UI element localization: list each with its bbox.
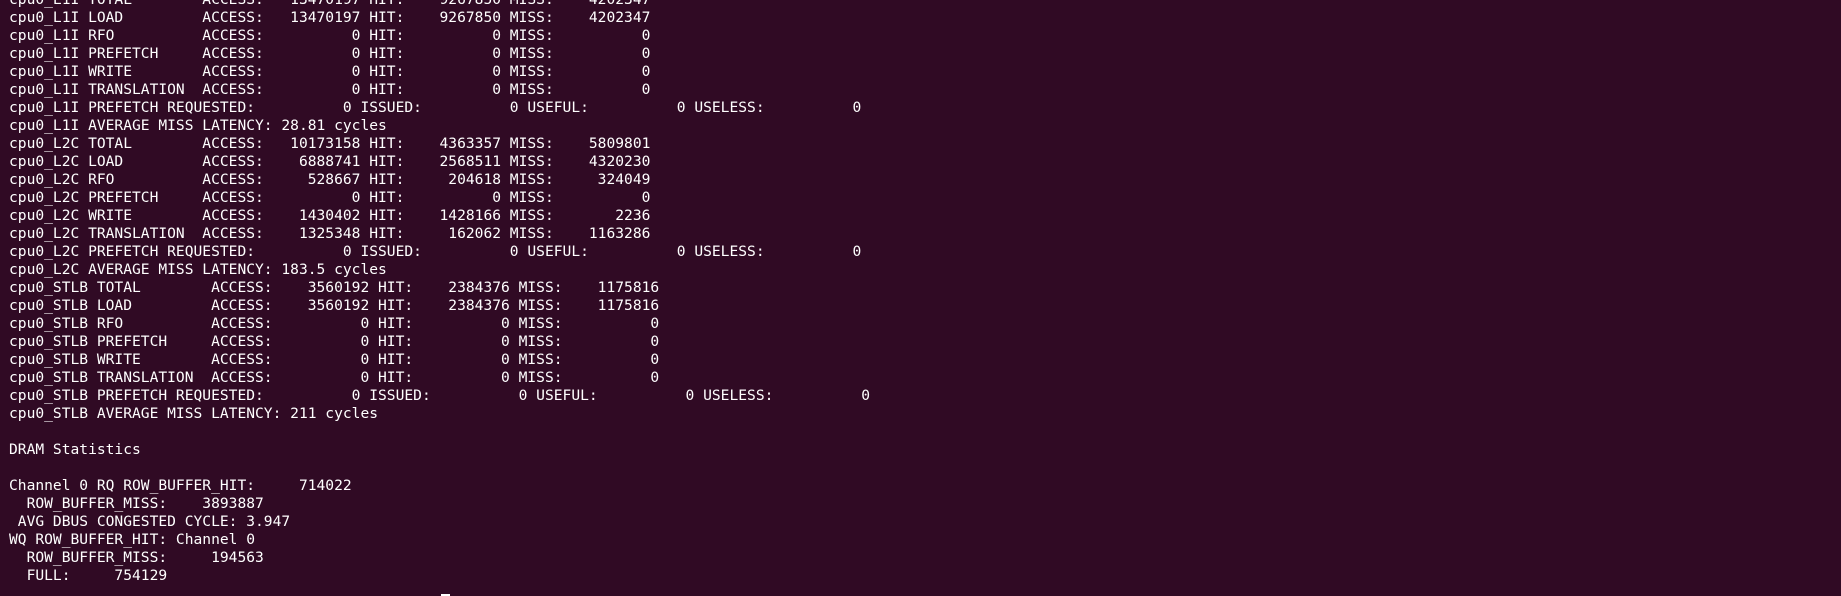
terminal-output: cpu0_L1I TOTAL ACCESS: 13470197 HIT: 926… (9, 0, 1841, 585)
terminal-line: DRAM Statistics (9, 441, 141, 458)
terminal-line: cpu0_STLB TOTAL ACCESS: 3560192 HIT: 238… (9, 279, 660, 296)
terminal-line: cpu0_STLB PREFETCH REQUESTED: 0 ISSUED: … (9, 387, 871, 404)
terminal-line: cpu0_L1I TRANSLATION ACCESS: 0 HIT: 0 MI… (9, 81, 651, 98)
terminal-line: cpu0_L1I AVERAGE MISS LATENCY: 28.81 cyc… (9, 117, 387, 134)
terminal-line: cpu0_L2C WRITE ACCESS: 1430402 HIT: 1428… (9, 207, 651, 224)
terminal-line: cpu0_L1I PREFETCH REQUESTED: 0 ISSUED: 0… (9, 99, 862, 116)
terminal-line: cpu0_L2C RFO ACCESS: 528667 HIT: 204618 … (9, 171, 651, 188)
terminal-line: cpu0_STLB PREFETCH ACCESS: 0 HIT: 0 MISS… (9, 333, 660, 350)
terminal-line: cpu0_L1I PREFETCH ACCESS: 0 HIT: 0 MISS:… (9, 45, 651, 62)
terminal-line: cpu0_L2C TRANSLATION ACCESS: 1325348 HIT… (9, 225, 651, 242)
terminal-line: cpu0_L1I RFO ACCESS: 0 HIT: 0 MISS: 0 (9, 27, 651, 44)
terminal-line: ROW_BUFFER_MISS: 3893887 (9, 495, 264, 512)
terminal-line: cpu0_STLB TRANSLATION ACCESS: 0 HIT: 0 M… (9, 369, 660, 386)
terminal-line: cpu0_STLB AVERAGE MISS LATENCY: 211 cycl… (9, 405, 379, 422)
terminal-line: cpu0_L1I LOAD ACCESS: 13470197 HIT: 9267… (9, 9, 651, 26)
terminal-line: AVG DBUS CONGESTED CYCLE: 3.947 (9, 513, 291, 530)
terminal-line: cpu0_L1I TOTAL ACCESS: 13470197 HIT: 926… (9, 0, 1841, 9)
terminal-line: cpu0_L1I WRITE ACCESS: 0 HIT: 0 MISS: 0 (9, 63, 651, 80)
terminal-line: cpu0_L2C AVERAGE MISS LATENCY: 183.5 cyc… (9, 261, 387, 278)
terminal-line: cpu0_L2C TOTAL ACCESS: 10173158 HIT: 436… (9, 135, 651, 152)
terminal-line: cpu0_L2C PREFETCH REQUESTED: 0 ISSUED: 0… (9, 243, 862, 260)
terminal-line: cpu0_STLB RFO ACCESS: 0 HIT: 0 MISS: 0 (9, 315, 660, 332)
terminal-window[interactable]: cpu0_L1I TOTAL ACCESS: 13470197 HIT: 926… (0, 0, 1841, 596)
terminal-line: cpu0_STLB LOAD ACCESS: 3560192 HIT: 2384… (9, 297, 660, 314)
terminal-line: WQ ROW_BUFFER_HIT: Channel 0 (9, 531, 256, 548)
terminal-line: cpu0_STLB WRITE ACCESS: 0 HIT: 0 MISS: 0 (9, 351, 660, 368)
terminal-line: Channel 0 RQ ROW_BUFFER_HIT: 714022 (9, 477, 352, 494)
terminal-line: cpu0_L2C LOAD ACCESS: 6888741 HIT: 25685… (9, 153, 651, 170)
terminal-line: cpu0_L2C PREFETCH ACCESS: 0 HIT: 0 MISS:… (9, 189, 651, 206)
terminal-line: FULL: 754129 (9, 567, 168, 584)
terminal-line: ROW_BUFFER_MISS: 194563 (9, 549, 264, 566)
